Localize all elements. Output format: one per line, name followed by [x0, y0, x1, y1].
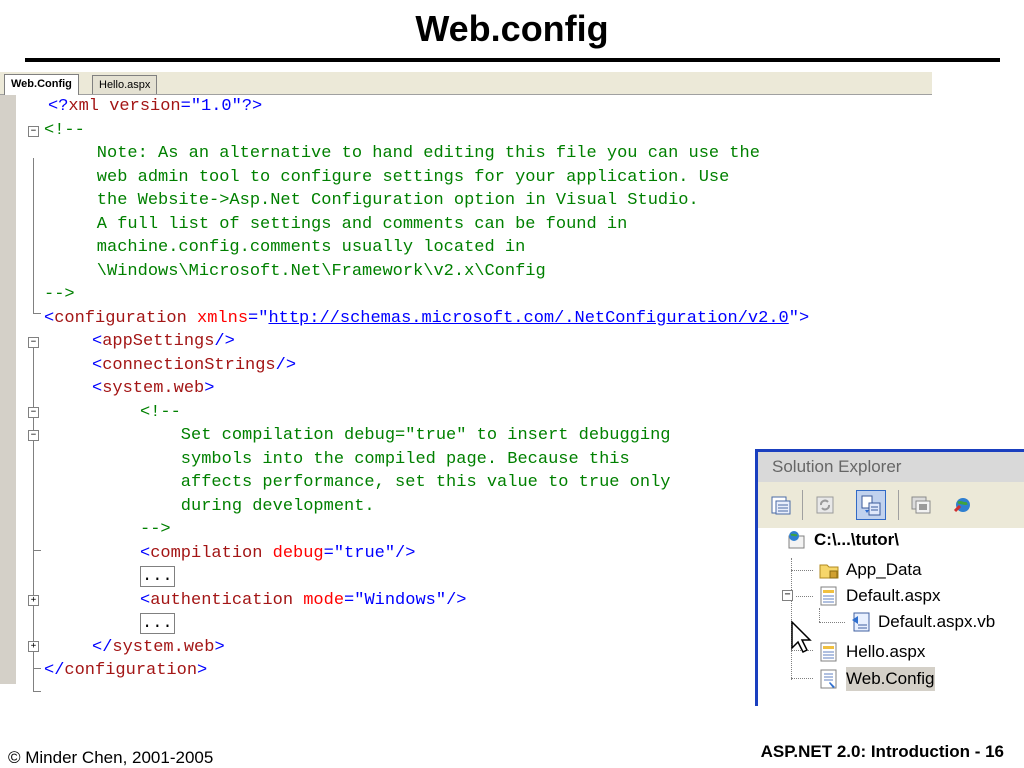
outline-guide	[33, 346, 34, 691]
outline-guide	[33, 158, 34, 313]
code-line-10: <configuration xmlns="http://schemas.mic…	[44, 309, 810, 328]
tree-item-default-aspx-vb[interactable]: Default.aspx.vb	[850, 610, 995, 634]
outline-end	[33, 550, 41, 551]
code-line-12: <connectionStrings/>	[92, 356, 297, 375]
title-divider	[25, 58, 1000, 62]
solution-explorer-toolbar	[758, 482, 1024, 528]
footer-copyright: © Minder Chen, 2001-2005	[8, 748, 214, 767]
tree-item-app-data[interactable]: App_Data	[818, 558, 922, 582]
collapse-toggle-comment[interactable]: −	[28, 126, 39, 137]
code-line-16: symbols into the compiled page. Because …	[140, 450, 630, 469]
collapsed-region[interactable]: ...	[140, 613, 175, 634]
code-line-20: <compilation debug="true"/>	[140, 544, 416, 563]
tree-item-hello-aspx[interactable]: Hello.aspx	[818, 640, 925, 664]
code-line-4: web admin tool to configure settings for…	[56, 168, 730, 187]
code-line-5: the Website->Asp.Net Configuration optio…	[56, 191, 699, 210]
code-line-22: <authentication mode="Windows"/>	[140, 591, 467, 610]
mouse-cursor-icon	[791, 620, 812, 654]
code-line-9: -->	[44, 285, 75, 304]
web-form-icon	[818, 585, 840, 607]
footer-page-label: ASP.NET 2.0: Introduction - 16	[760, 742, 1004, 761]
collapse-toggle-comment-2[interactable]: −	[28, 430, 39, 441]
view-designer-icon[interactable]	[906, 490, 936, 520]
schema-link[interactable]: http://schemas.microsoft.com/.NetConfigu…	[268, 309, 788, 328]
code-line-6: A full list of settings and comments can…	[56, 215, 628, 234]
tab-web-config[interactable]: Web.Config	[4, 74, 79, 95]
expand-default-aspx-toggle[interactable]: −	[782, 590, 793, 601]
vb-code-file-icon	[850, 611, 872, 633]
project-icon	[786, 529, 808, 551]
refresh-icon[interactable]	[810, 490, 840, 520]
code-line-23[interactable]: ...	[140, 612, 175, 635]
outline-end	[33, 691, 41, 692]
config-file-icon	[818, 668, 840, 690]
tree-item-web-config[interactable]: Web.Config	[818, 667, 935, 691]
editor-tabstrip: Web.Config Hello.aspx	[0, 72, 932, 95]
collapsed-region[interactable]: ...	[140, 566, 175, 587]
code-line-21[interactable]: ...	[140, 565, 175, 588]
solution-explorer-tree: − C:\...\tutor\ App_Data Default.aspx De…	[758, 528, 1024, 706]
code-line-25: </configuration>	[44, 661, 208, 680]
code-line-7: machine.config.comments usually located …	[56, 238, 526, 257]
editor-gutter	[0, 95, 16, 684]
outline-end	[33, 313, 41, 314]
solution-explorer-panel: Solution Explorer − C:\...\tutor\ App_Da…	[755, 449, 1024, 706]
code-line-2: <!--	[44, 121, 85, 140]
slide-title: Web.config	[415, 8, 609, 49]
code-line-18: during development.	[140, 497, 375, 516]
code-line-11: <appSettings/>	[92, 332, 235, 351]
tree-item-default-aspx[interactable]: Default.aspx	[818, 584, 941, 608]
expand-toggle-1[interactable]: +	[28, 595, 39, 606]
outline-end	[33, 668, 41, 669]
tab-hello-aspx[interactable]: Hello.aspx	[92, 75, 158, 94]
code-line-3: Note: As an alternative to hand editing …	[56, 144, 760, 163]
properties-icon[interactable]	[766, 490, 796, 520]
code-line-24: </system.web>	[92, 638, 225, 657]
folder-icon	[818, 559, 840, 581]
code-line-13: <system.web>	[92, 379, 215, 398]
code-line-15: Set compilation debug="true" to insert d…	[140, 426, 671, 445]
code-line-14: <!--	[140, 403, 181, 422]
expand-toggle-2[interactable]: +	[28, 641, 39, 652]
code-line-17: affects performance, set this value to t…	[140, 473, 671, 492]
web-form-icon	[818, 641, 840, 663]
nest-related-files-icon[interactable]	[856, 490, 886, 520]
tree-item-root[interactable]: C:\...\tutor\	[786, 528, 899, 552]
copy-web-site-icon[interactable]	[948, 490, 978, 520]
code-line-1: <?xml version="1.0"?>	[48, 97, 263, 116]
code-line-8: \Windows\Microsoft.Net\Framework\v2.x\Co…	[56, 262, 546, 281]
code-line-19: -->	[140, 520, 171, 539]
collapse-toggle-system-web[interactable]: −	[28, 407, 39, 418]
solution-explorer-title: Solution Explorer	[758, 452, 1024, 482]
collapse-toggle-configuration[interactable]: −	[28, 337, 39, 348]
